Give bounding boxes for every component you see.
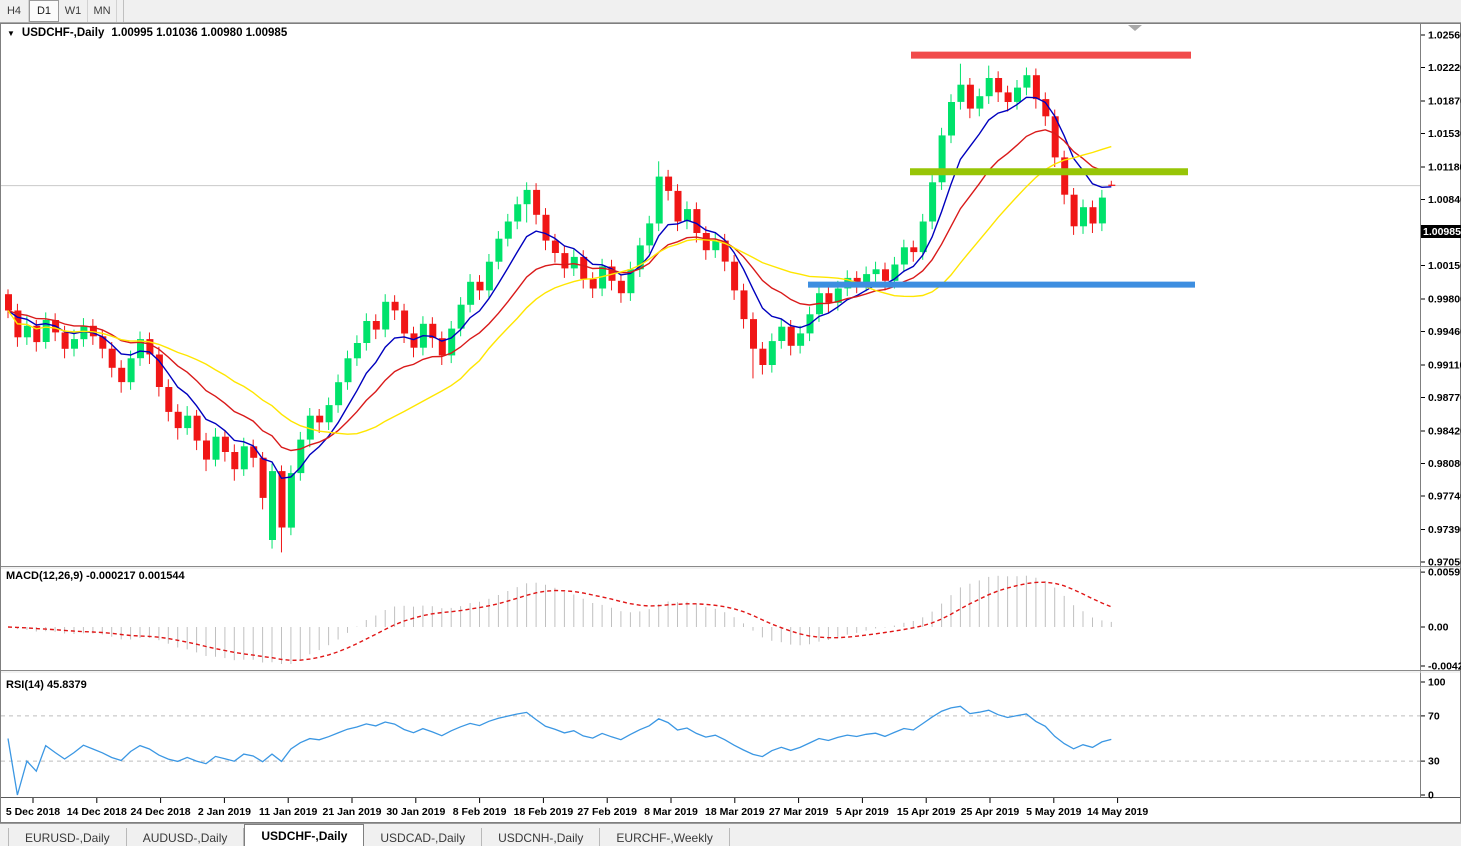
svg-text:18 Mar 2019: 18 Mar 2019 — [705, 806, 765, 818]
svg-text:70: 70 — [1428, 710, 1440, 722]
chart-ohlc-values: 1.00995 1.01036 1.00980 1.00985 — [111, 27, 288, 39]
rsi-indicator-label: RSI(14) 45.8379 — [6, 679, 87, 691]
timeframe-button-d1[interactable]: D1 — [29, 0, 59, 22]
svg-text:30 Jan 2019: 30 Jan 2019 — [386, 806, 445, 818]
svg-text:0.00: 0.00 — [1428, 622, 1449, 634]
chart-tabs-bar: EURUSD-,Daily AUDUSD-,Daily USDCHF-,Daily U… — [0, 823, 1461, 846]
svg-text:24 Dec 2018: 24 Dec 2018 — [131, 806, 191, 818]
svg-text:0.98770: 0.98770 — [1428, 392, 1461, 404]
svg-text:0.98080: 0.98080 — [1428, 458, 1461, 470]
svg-text:1.00840: 1.00840 — [1428, 194, 1461, 206]
svg-text:27 Mar 2019: 27 Mar 2019 — [769, 806, 829, 818]
svg-text:0.99110: 0.99110 — [1428, 360, 1461, 372]
collapse-arrow-icon[interactable]: ▼ — [7, 29, 15, 38]
svg-text:1.01870: 1.01870 — [1428, 96, 1461, 108]
timeframe-button-w1[interactable]: W1 — [59, 0, 88, 22]
svg-text:5 May 2019: 5 May 2019 — [1026, 806, 1082, 818]
svg-text:15 Apr 2019: 15 Apr 2019 — [897, 806, 956, 818]
svg-text:8 Feb 2019: 8 Feb 2019 — [453, 806, 507, 818]
svg-text:-0.00424: -0.00424 — [1428, 661, 1461, 673]
svg-text:0.97390: 0.97390 — [1428, 524, 1461, 536]
tabbar-left-notch — [0, 828, 9, 846]
chart-title-bar: ▼ USDCHF-,Daily 1.00995 1.01036 1.00980 … — [7, 27, 287, 39]
svg-text:14 May 2019: 14 May 2019 — [1087, 806, 1148, 818]
tab-usdchf-daily[interactable]: USDCHF-,Daily — [244, 824, 365, 846]
svg-text:1.01530: 1.01530 — [1428, 128, 1461, 140]
chart-symbol-label: USDCHF-,Daily — [21, 27, 105, 39]
svg-text:14 Dec 2018: 14 Dec 2018 — [67, 806, 127, 818]
svg-text:5 Dec 2018: 5 Dec 2018 — [6, 806, 60, 818]
tab-eurchf-weekly[interactable]: EURCHF-,Weekly — [600, 828, 730, 846]
svg-text:0.99460: 0.99460 — [1428, 326, 1461, 338]
svg-text:0.99800: 0.99800 — [1428, 294, 1461, 306]
svg-text:0: 0 — [1428, 790, 1434, 802]
svg-text:21 Jan 2019: 21 Jan 2019 — [323, 806, 382, 818]
svg-text:30: 30 — [1428, 756, 1440, 768]
svg-text:100: 100 — [1428, 677, 1446, 689]
tab-usdcnh-daily[interactable]: USDCNH-,Daily — [482, 828, 601, 846]
svg-text:0.00597: 0.00597 — [1428, 567, 1461, 579]
svg-text:1.00150: 1.00150 — [1428, 260, 1461, 272]
toolbar-separator — [117, 0, 124, 22]
svg-text:5 Apr 2019: 5 Apr 2019 — [836, 806, 889, 818]
svg-text:0.98420: 0.98420 — [1428, 426, 1461, 438]
svg-text:11 Jan 2019: 11 Jan 2019 — [259, 806, 318, 818]
svg-text:1.01180: 1.01180 — [1428, 162, 1461, 174]
svg-text:18 Feb 2019: 18 Feb 2019 — [514, 806, 574, 818]
terminal-window: H4D1W1MN 1.025601.022201.018701.015301.0… — [0, 0, 1461, 846]
timeframe-button-h4[interactable]: H4 — [0, 0, 29, 22]
macd-indicator-label: MACD(12,26,9) -0.000217 0.001544 — [6, 570, 185, 582]
svg-text:0.97740: 0.97740 — [1428, 491, 1461, 503]
chart-canvas[interactable]: 1.02560 1.02220 1.01870 1.01530 1.01180 1.008… — [0, 23, 1461, 823]
tab-audusd-daily[interactable]: AUDUSD-,Daily — [127, 828, 245, 846]
svg-text:1.02560: 1.02560 — [1428, 30, 1461, 42]
current-price-tag: 1.00985 — [1421, 225, 1461, 238]
svg-text:1.02220: 1.02220 — [1428, 62, 1461, 74]
svg-text:25 Apr 2019: 25 Apr 2019 — [961, 806, 1020, 818]
tab-usdcad-daily[interactable]: USDCAD-,Daily — [364, 828, 483, 846]
chart-window: 1.02560 1.02220 1.01870 1.01530 1.01180 1.008… — [0, 23, 1461, 823]
svg-text:27 Feb 2019: 27 Feb 2019 — [577, 806, 637, 818]
timeframe-button-mn[interactable]: MN — [88, 0, 117, 22]
timeframe-toolbar: H4 D1 W1 MN — [0, 0, 1461, 23]
svg-text:2 Jan 2019: 2 Jan 2019 — [198, 806, 251, 818]
tab-eurusd-daily[interactable]: EURUSD-,Daily — [9, 828, 127, 846]
svg-text:8 Mar 2019: 8 Mar 2019 — [644, 806, 698, 818]
